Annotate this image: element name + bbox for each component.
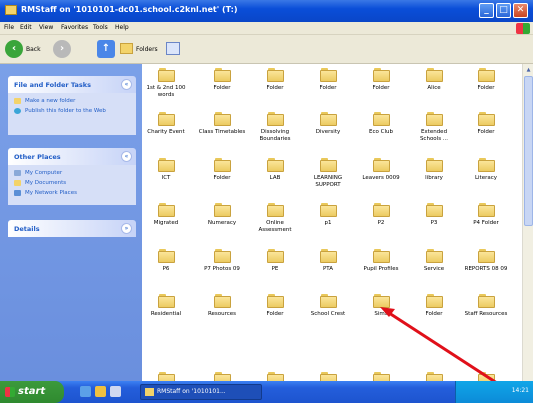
taskbar-window-button[interactable]: RMStaff on '1010101...	[140, 384, 262, 400]
start-button[interactable]: start	[0, 381, 64, 403]
taskbar: start RMStaff on '1010101... 14:21	[0, 381, 533, 403]
clock[interactable]: 14:21	[512, 387, 529, 394]
system-tray: 14:21	[455, 381, 533, 403]
notification-icons[interactable]	[398, 386, 448, 398]
internet-explorer-icon[interactable]	[80, 386, 91, 397]
windows-flag-icon	[5, 387, 15, 397]
show-desktop-icon[interactable]	[110, 386, 121, 397]
folder-icon	[145, 388, 154, 396]
annotation-arrow	[380, 307, 521, 400]
outlook-icon[interactable]	[95, 386, 106, 397]
